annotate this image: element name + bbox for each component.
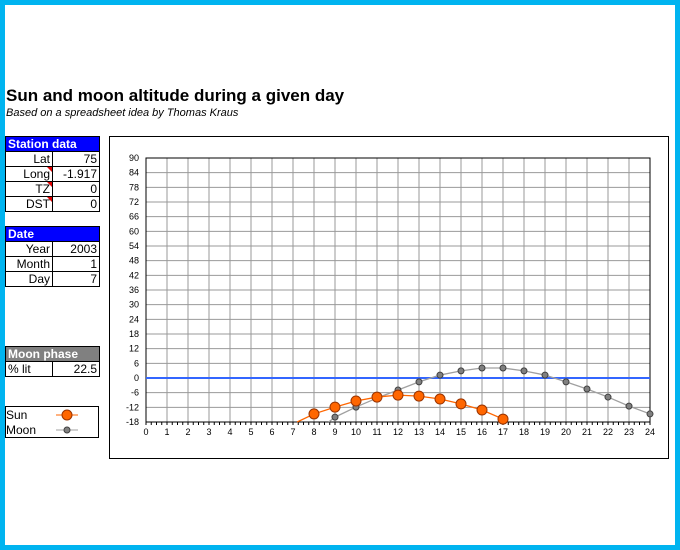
x-tick-label: 11 [372, 427, 381, 437]
x-tick-label: 3 [206, 427, 211, 437]
y-tick-label: 30 [129, 300, 139, 310]
sun-point [329, 401, 341, 413]
y-tick-label: 42 [129, 270, 139, 280]
y-tick-label: 0 [134, 373, 139, 383]
x-tick-label: 23 [624, 427, 634, 437]
sun-point [392, 389, 404, 401]
x-tick-label: 21 [582, 427, 592, 437]
x-tick-label: 19 [540, 427, 550, 437]
x-tick-label: 13 [414, 427, 424, 437]
x-tick-label: 4 [227, 427, 232, 437]
moon-point [625, 402, 633, 410]
y-tick-label: 78 [129, 182, 139, 192]
y-tick-label: 90 [129, 153, 139, 163]
moon-point [331, 413, 339, 421]
x-tick-label: 24 [645, 427, 655, 437]
y-tick-label: 6 [134, 358, 139, 368]
sun-point [434, 393, 446, 405]
x-tick-label: 20 [561, 427, 571, 437]
y-tick-label: 54 [129, 241, 139, 251]
moon-point [415, 378, 423, 386]
moon-point [583, 385, 591, 393]
sun-point [497, 413, 509, 425]
x-tick-label: 7 [290, 427, 295, 437]
moon-point [604, 393, 612, 401]
moon-point [562, 378, 570, 386]
x-tick-label: 17 [498, 427, 508, 437]
moon-point [499, 364, 507, 372]
y-tick-label: -6 [131, 388, 139, 398]
moon-point [436, 371, 444, 379]
y-tick-label: 18 [129, 329, 139, 339]
x-tick-label: 0 [143, 427, 148, 437]
sun-point [476, 404, 488, 416]
y-tick-label: 12 [129, 344, 139, 354]
y-tick-label: 60 [129, 226, 139, 236]
moon-point [457, 367, 465, 375]
x-tick-label: 1 [164, 427, 169, 437]
sun-line [296, 394, 508, 423]
moon-point [541, 371, 549, 379]
x-tick-label: 2 [185, 427, 190, 437]
moon-point [478, 364, 486, 372]
y-tick-label: -18 [126, 417, 139, 427]
x-tick-label: 16 [477, 427, 487, 437]
y-tick-label: 36 [129, 285, 139, 295]
y-tick-label: -12 [126, 402, 139, 412]
x-tick-label: 6 [269, 427, 274, 437]
moon-point [520, 367, 528, 375]
altitude-chart: 0 1 2 3 4 5 6 7 8 9 10 11 12 13 14 15 16 17 18 19 20 21 22 23 24… [126, 153, 655, 437]
sun-point [308, 408, 320, 420]
sun-point [455, 398, 467, 410]
y-tick-label: 66 [129, 212, 139, 222]
x-tick-label: 5 [248, 427, 253, 437]
x-tick-label: 8 [311, 427, 316, 437]
moon-point [646, 410, 654, 418]
x-tick-label: 10 [351, 427, 361, 437]
x-tick-label: 18 [519, 427, 529, 437]
y-tick-label: 24 [129, 314, 139, 324]
y-tick-label: 84 [129, 168, 139, 178]
y-tick-label: 72 [129, 197, 139, 207]
y-tick-label: 48 [129, 256, 139, 266]
sun-point [350, 395, 362, 407]
x-tick-label: 15 [456, 427, 466, 437]
x-tick-label: 9 [332, 427, 337, 437]
sun-point [413, 390, 425, 402]
x-tick-label: 12 [393, 427, 403, 437]
x-tick-label: 14 [435, 427, 445, 437]
x-tick-label: 22 [603, 427, 613, 437]
sun-point [371, 391, 383, 403]
